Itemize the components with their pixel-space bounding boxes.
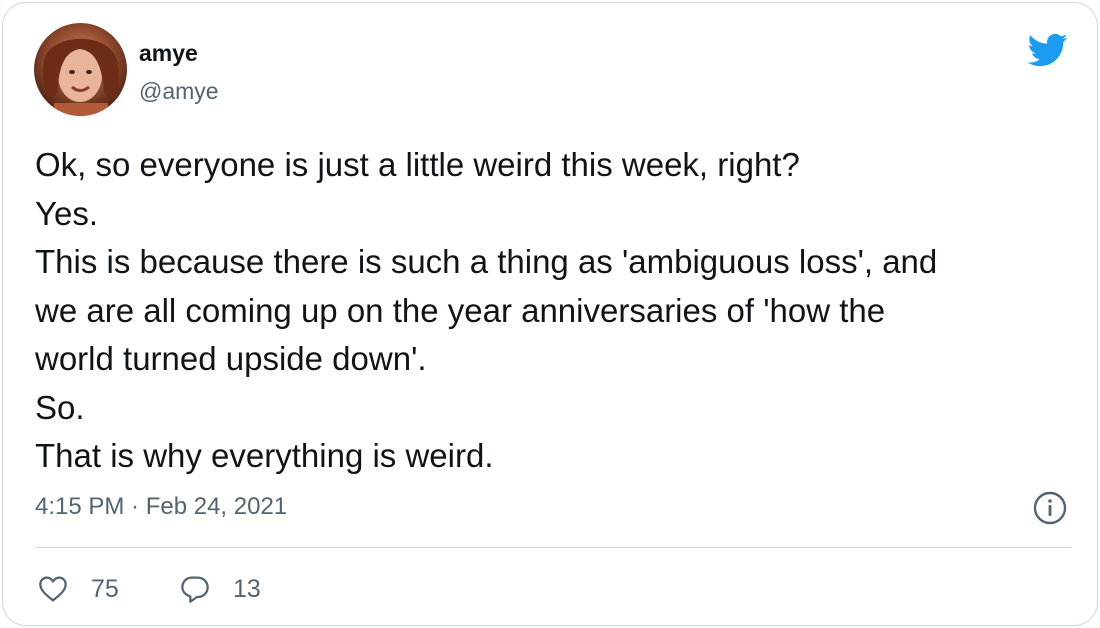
tweet-line: That is why everything is weird.	[35, 437, 494, 474]
divider	[35, 547, 1071, 548]
tweet-line: we are all coming up on the year anniver…	[35, 291, 886, 329]
avatar[interactable]	[34, 23, 127, 116]
author-handle[interactable]: @amye	[139, 77, 219, 105]
like-count: 75	[91, 574, 119, 603]
tweet-line: Ok, so everyone is just a little weird t…	[35, 146, 800, 183]
tweet-card[interactable]: amye @amye Ok, so everyone is just a lit…	[2, 2, 1098, 626]
tweet-line: So.	[35, 388, 85, 426]
tweet-line: world turned upside down'.	[35, 340, 427, 377]
heart-icon	[39, 576, 67, 602]
tweet-text: Ok, so everyone is just a little weird t…	[35, 141, 1075, 481]
author-name[interactable]: amye	[139, 39, 198, 67]
tweet-timestamp[interactable]: 4:15 PM · Feb 24, 2021	[35, 491, 287, 523]
reply-count: 13	[233, 574, 261, 603]
reply-bubble-icon	[181, 576, 209, 603]
info-icon[interactable]	[1032, 490, 1068, 526]
like-button[interactable]: 75	[37, 569, 119, 609]
tweet-line: Yes.	[35, 194, 99, 232]
reply-button[interactable]: 13	[179, 569, 261, 609]
tweet-line: This is because there is such a thing as…	[35, 243, 938, 280]
twitter-bird-icon[interactable]	[1021, 29, 1073, 71]
